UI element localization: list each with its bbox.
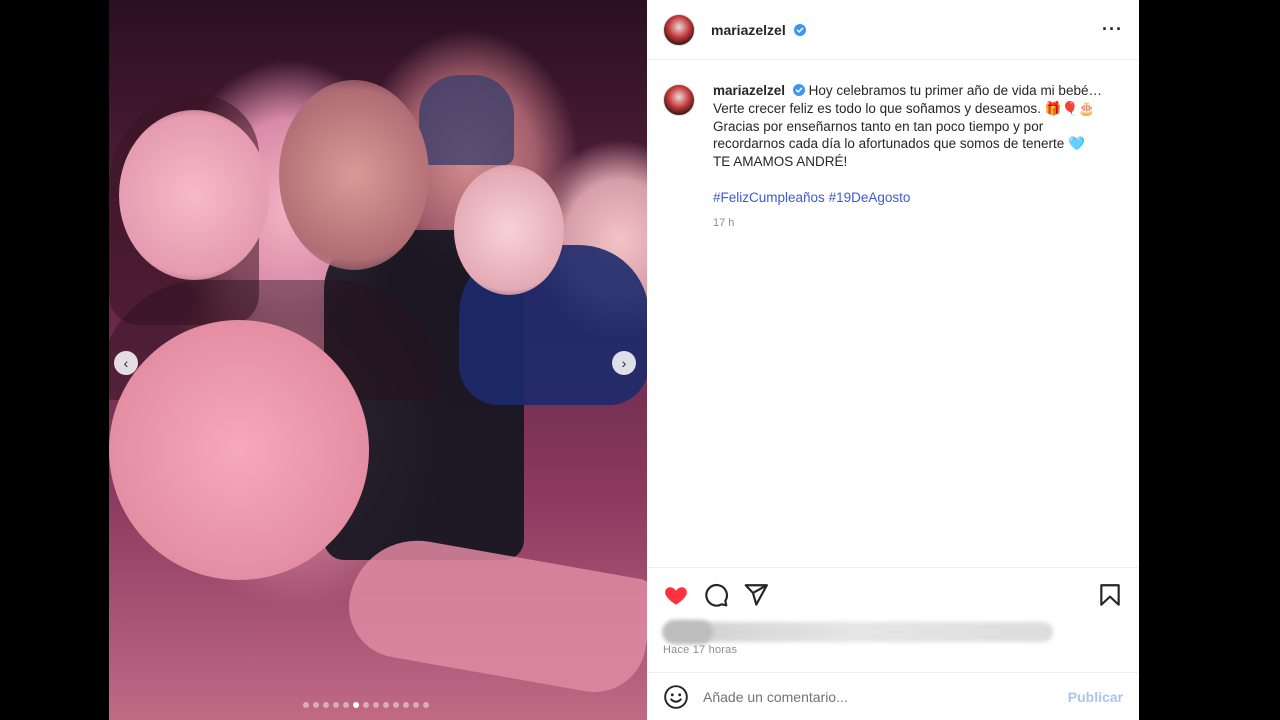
- carousel-prev-button[interactable]: ‹: [114, 351, 138, 375]
- photo-shape: [109, 320, 369, 580]
- carousel-dot: [363, 702, 369, 708]
- likes-avatars-blurred: [663, 620, 713, 644]
- more-options-icon[interactable]: ···: [1102, 19, 1123, 40]
- hashtag-link[interactable]: #19DeAgosto: [829, 190, 911, 205]
- caption: mariazelzel Hoy celebramos tu primer año…: [647, 60, 1139, 233]
- post-header: mariazelzel ···: [647, 0, 1139, 60]
- photo-shape: [454, 165, 564, 295]
- caption-line: TE AMAMOS ANDRÉ!: [713, 154, 848, 170]
- avatar[interactable]: [663, 13, 695, 46]
- carousel-dot: [393, 702, 399, 708]
- carousel-dot: [333, 702, 339, 708]
- comment-icon[interactable]: [703, 582, 729, 608]
- emoji-icon[interactable]: [663, 684, 689, 710]
- send-icon[interactable]: [743, 582, 769, 608]
- username[interactable]: mariazelzel: [711, 22, 806, 38]
- caption-line: recordarnos cada día lo afortunados que …: [713, 136, 1085, 152]
- chevron-right-icon: ›: [621, 355, 627, 371]
- action-bar: [647, 567, 1139, 621]
- carousel-indicator: [303, 702, 429, 708]
- publish-button[interactable]: Publicar: [1068, 689, 1123, 705]
- likes-summary-blurred: [663, 622, 1053, 642]
- avatar[interactable]: [663, 84, 695, 116]
- caption-timestamp[interactable]: 17 h: [713, 215, 1123, 233]
- caption-username[interactable]: mariazelzel: [713, 83, 785, 98]
- caption-text: mariazelzel Hoy celebramos tu primer año…: [713, 82, 1123, 233]
- verified-badge-icon: [793, 23, 806, 36]
- photo-shape: [419, 75, 514, 165]
- post-sidebar: mariazelzel ··· mariazelzel Hoy celebram…: [647, 0, 1139, 720]
- carousel-dot: [413, 702, 419, 708]
- heart-icon[interactable]: [663, 582, 689, 608]
- carousel-dot: [313, 702, 319, 708]
- verified-badge-icon: [792, 84, 805, 96]
- caption-line: Hoy celebramos tu primer año de vida mi …: [808, 83, 1102, 98]
- carousel-next-button[interactable]: ›: [612, 351, 636, 375]
- carousel-dot: [353, 702, 359, 708]
- post-photo[interactable]: [109, 0, 647, 720]
- comment-input[interactable]: [703, 688, 1053, 705]
- hashtag-link[interactable]: #FelizCumpleaños: [713, 190, 825, 205]
- carousel-dot: [343, 702, 349, 708]
- bookmark-icon[interactable]: [1097, 582, 1123, 608]
- carousel-dot: [373, 702, 379, 708]
- carousel-dot: [303, 702, 309, 708]
- carousel-dot: [403, 702, 409, 708]
- post-timestamp[interactable]: Hace 17 horas: [663, 644, 737, 656]
- carousel-dot: [423, 702, 429, 708]
- photo-shape: [340, 529, 647, 701]
- caption-line: Verte crecer feliz es todo lo que soñamo…: [713, 100, 1096, 116]
- caption-line: Gracias por enseñarnos tanto en tan poco…: [713, 118, 1044, 134]
- photo-shape: [119, 110, 269, 280]
- hashtags: #FelizCumpleaños #19DeAgosto: [713, 189, 1123, 207]
- photo-shape: [279, 80, 429, 270]
- carousel-dot: [383, 702, 389, 708]
- chevron-left-icon: ‹: [123, 355, 129, 371]
- comment-bar: Publicar: [647, 672, 1139, 720]
- carousel-dot: [323, 702, 329, 708]
